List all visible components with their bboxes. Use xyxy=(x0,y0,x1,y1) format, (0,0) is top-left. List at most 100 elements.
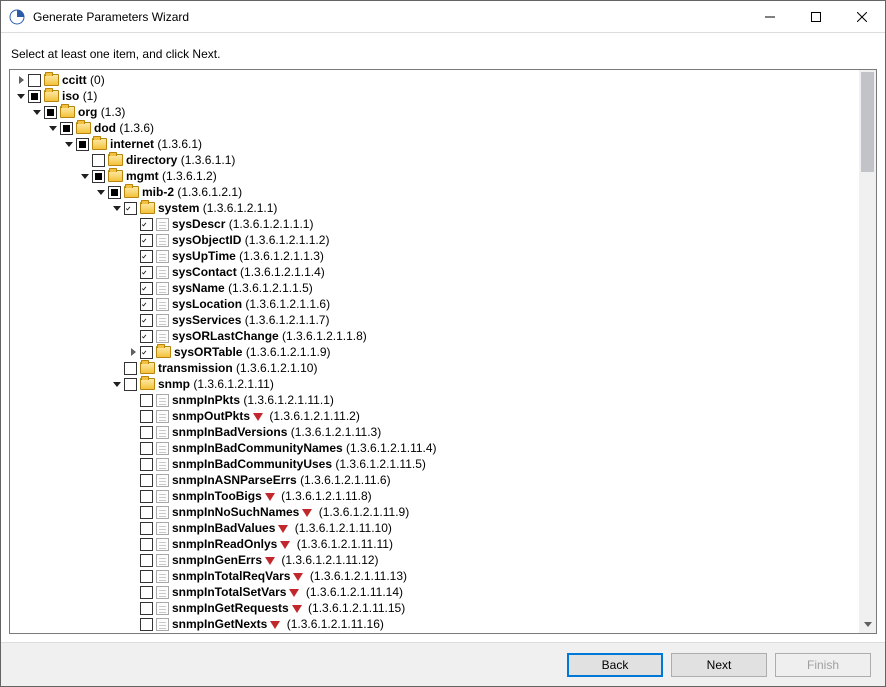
tree-row-ccitt[interactable]: ccitt (0) xyxy=(10,72,859,88)
checkbox[interactable] xyxy=(28,74,41,87)
tree-row-snmpInTotalReqVars[interactable]: snmpInTotalReqVars (1.3.6.1.2.1.11.13) xyxy=(10,568,859,584)
checkbox[interactable] xyxy=(76,138,89,151)
tree-row-snmpInBadVersions[interactable]: snmpInBadVersions (1.3.6.1.2.1.11.3) xyxy=(10,424,859,440)
tree-row-org[interactable]: org (1.3) xyxy=(10,104,859,120)
tree-row-sysServices[interactable]: sysServices (1.3.6.1.2.1.1.7) xyxy=(10,312,859,328)
tree-row-snmpInReadOnlys[interactable]: snmpInReadOnlys (1.3.6.1.2.1.11.11) xyxy=(10,536,859,552)
tree-row-sysORLastChange[interactable]: sysORLastChange (1.3.6.1.2.1.1.8) xyxy=(10,328,859,344)
tree-row-iso[interactable]: iso (1) xyxy=(10,88,859,104)
tree-row-snmpOutPkts[interactable]: snmpOutPkts (1.3.6.1.2.1.11.2) xyxy=(10,408,859,424)
tree-row-sysORTable[interactable]: sysORTable (1.3.6.1.2.1.1.9) xyxy=(10,344,859,360)
checkbox[interactable] xyxy=(140,346,153,359)
checkbox[interactable] xyxy=(44,106,57,119)
tree-row-snmpInGetNexts[interactable]: snmpInGetNexts (1.3.6.1.2.1.11.16) xyxy=(10,616,859,632)
checkbox[interactable] xyxy=(124,378,137,391)
next-button[interactable]: Next xyxy=(671,653,767,677)
tree-row-mgmt[interactable]: mgmt (1.3.6.1.2) xyxy=(10,168,859,184)
checkbox[interactable] xyxy=(140,394,153,407)
node-oid: (1.3.6.1.2.1.1.4) xyxy=(240,265,325,279)
collapse-icon[interactable] xyxy=(14,88,28,104)
tree-row-snmpInGenErrs[interactable]: snmpInGenErrs (1.3.6.1.2.1.11.12) xyxy=(10,552,859,568)
checkbox[interactable] xyxy=(140,458,153,471)
collapse-icon[interactable] xyxy=(94,184,108,200)
expand-icon[interactable] xyxy=(14,72,28,88)
checkbox[interactable] xyxy=(92,170,105,183)
scroll-down-arrow[interactable] xyxy=(859,616,876,633)
tree-item-label: transmission (1.3.6.1.2.1.10) xyxy=(158,360,317,376)
checkbox[interactable] xyxy=(140,298,153,311)
tree-row-directory[interactable]: directory (1.3.6.1.1) xyxy=(10,152,859,168)
tree-row-system[interactable]: system (1.3.6.1.2.1.1) xyxy=(10,200,859,216)
tree-row-snmpInTotalSetVars[interactable]: snmpInTotalSetVars (1.3.6.1.2.1.11.14) xyxy=(10,584,859,600)
minimize-button[interactable] xyxy=(747,1,793,32)
back-button[interactable]: Back xyxy=(567,653,663,677)
checkbox[interactable] xyxy=(140,474,153,487)
checkbox[interactable] xyxy=(140,314,153,327)
checkbox[interactable] xyxy=(140,570,153,583)
tree-row-snmpInBadValues[interactable]: snmpInBadValues (1.3.6.1.2.1.11.10) xyxy=(10,520,859,536)
checkbox[interactable] xyxy=(140,282,153,295)
tree-row-snmpInTooBigs[interactable]: snmpInTooBigs (1.3.6.1.2.1.11.8) xyxy=(10,488,859,504)
checkbox[interactable] xyxy=(124,362,137,375)
collapse-icon[interactable] xyxy=(110,200,124,216)
tree-row-mib2[interactable]: mib-2 (1.3.6.1.2.1) xyxy=(10,184,859,200)
tree-row-sysLocation[interactable]: sysLocation (1.3.6.1.2.1.1.6) xyxy=(10,296,859,312)
checkbox[interactable] xyxy=(140,490,153,503)
expand-icon[interactable] xyxy=(126,344,140,360)
tree-row-sysContact[interactable]: sysContact (1.3.6.1.2.1.1.4) xyxy=(10,264,859,280)
checkbox[interactable] xyxy=(60,122,73,135)
checkbox[interactable] xyxy=(140,442,153,455)
checkbox[interactable] xyxy=(140,218,153,231)
checkbox[interactable] xyxy=(92,154,105,167)
mib-tree[interactable]: ccitt (0)iso (1)org (1.3)dod (1.3.6)inte… xyxy=(10,70,859,633)
tree-row-sysName[interactable]: sysName (1.3.6.1.2.1.1.5) xyxy=(10,280,859,296)
tree-row-snmp[interactable]: snmp (1.3.6.1.2.1.11) xyxy=(10,376,859,392)
tree-row-snmpInNoSuchNames[interactable]: snmpInNoSuchNames (1.3.6.1.2.1.11.9) xyxy=(10,504,859,520)
leaf-icon xyxy=(156,554,169,567)
close-button[interactable] xyxy=(839,1,885,32)
finish-button[interactable]: Finish xyxy=(775,653,871,677)
checkbox[interactable] xyxy=(140,250,153,263)
checkbox[interactable] xyxy=(140,410,153,423)
checkbox[interactable] xyxy=(140,330,153,343)
checkbox[interactable] xyxy=(140,538,153,551)
maximize-button[interactable] xyxy=(793,1,839,32)
vertical-scrollbar[interactable] xyxy=(859,70,876,633)
scroll-thumb[interactable] xyxy=(861,72,874,172)
checkbox[interactable] xyxy=(140,522,153,535)
checkbox[interactable] xyxy=(140,234,153,247)
tree-row-sysUpTime[interactable]: sysUpTime (1.3.6.1.2.1.1.3) xyxy=(10,248,859,264)
collapse-icon[interactable] xyxy=(62,136,76,152)
checkbox[interactable] xyxy=(140,602,153,615)
checkbox[interactable] xyxy=(140,266,153,279)
checkbox[interactable] xyxy=(140,618,153,631)
tree-row-snmpInASNParseErrs[interactable]: snmpInASNParseErrs (1.3.6.1.2.1.11.6) xyxy=(10,472,859,488)
tree-row-internet[interactable]: internet (1.3.6.1) xyxy=(10,136,859,152)
checkbox[interactable] xyxy=(108,186,121,199)
checkbox[interactable] xyxy=(124,202,137,215)
tree-row-transmission[interactable]: transmission (1.3.6.1.2.1.10) xyxy=(10,360,859,376)
checkbox[interactable] xyxy=(140,554,153,567)
tree-item-label: snmpInTotalReqVars (1.3.6.1.2.1.11.13) xyxy=(172,568,407,584)
tree-item-label: sysObjectID (1.3.6.1.2.1.1.2) xyxy=(172,232,329,248)
checkbox[interactable] xyxy=(140,586,153,599)
collapse-icon[interactable] xyxy=(46,120,60,136)
tree-row-dod[interactable]: dod (1.3.6) xyxy=(10,120,859,136)
checkbox[interactable] xyxy=(140,506,153,519)
node-oid: (1.3) xyxy=(101,105,126,119)
checkbox[interactable] xyxy=(28,90,41,103)
collapse-icon[interactable] xyxy=(78,168,92,184)
collapse-icon[interactable] xyxy=(30,104,44,120)
tree-row-snmpInBadCommunityNames[interactable]: snmpInBadCommunityNames (1.3.6.1.2.1.11.… xyxy=(10,440,859,456)
tree-row-snmpInBadCommunityUses[interactable]: snmpInBadCommunityUses (1.3.6.1.2.1.11.5… xyxy=(10,456,859,472)
tree-row-snmpInGetRequests[interactable]: snmpInGetRequests (1.3.6.1.2.1.11.15) xyxy=(10,600,859,616)
node-name: directory xyxy=(126,153,177,167)
tree-row-sysDescr[interactable]: sysDescr (1.3.6.1.2.1.1.1) xyxy=(10,216,859,232)
tree-row-snmpInPkts[interactable]: snmpInPkts (1.3.6.1.2.1.11.1) xyxy=(10,392,859,408)
leaf-icon xyxy=(156,458,169,471)
collapse-icon[interactable] xyxy=(110,376,124,392)
checkbox[interactable] xyxy=(140,426,153,439)
deprecated-icon xyxy=(265,493,275,501)
tree-row-sysObjectID[interactable]: sysObjectID (1.3.6.1.2.1.1.2) xyxy=(10,232,859,248)
tree-item-label: mib-2 (1.3.6.1.2.1) xyxy=(142,184,242,200)
